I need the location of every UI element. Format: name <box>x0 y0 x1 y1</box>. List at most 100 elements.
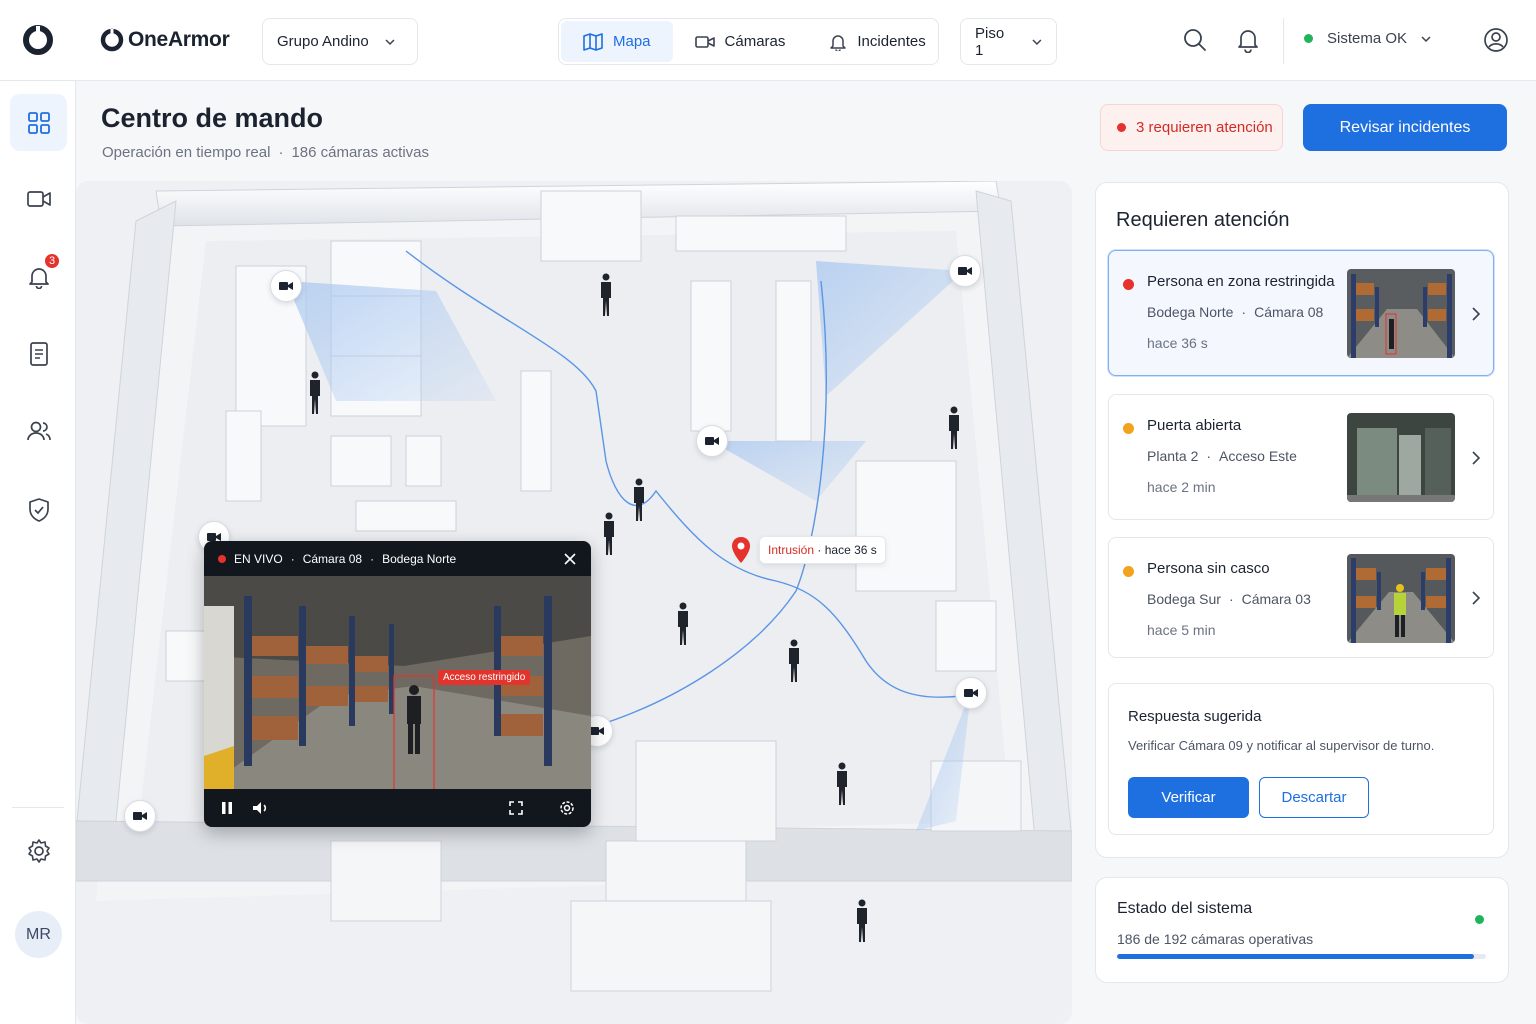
search-icon[interactable] <box>1182 27 1208 53</box>
suggested-response-title: Respuesta sugerida <box>1128 708 1262 725</box>
intrusion-label: Intrusión · hace 36 s <box>759 536 886 564</box>
person-icon <box>634 478 644 521</box>
camera-marker[interactable] <box>696 425 728 457</box>
incident-detail: Cámara 08 <box>1254 304 1324 320</box>
severity-dot-icon <box>1123 566 1134 577</box>
incident-time: hace 5 min <box>1147 622 1216 638</box>
user-account-icon[interactable] <box>1483 27 1509 53</box>
verify-button[interactable]: Verificar <box>1128 777 1249 818</box>
volume-icon[interactable] <box>252 801 270 815</box>
live-header: EN VIVO · Cámara 08 · Bodega Norte <box>204 541 591 576</box>
system-status-menu[interactable]: Sistema OK <box>1304 30 1431 47</box>
incident-location: Bodega Sur · Cámara 03 <box>1147 591 1311 607</box>
incident-detail: Acceso Este <box>1219 448 1297 464</box>
chevron-down-icon <box>385 38 395 45</box>
tab-incidents[interactable]: Incidentes <box>807 21 947 62</box>
brand-mark-icon <box>100 28 124 52</box>
pause-icon[interactable] <box>220 801 234 815</box>
floor-select[interactable]: Piso 1 <box>960 18 1057 65</box>
gear-icon <box>27 838 50 863</box>
tab-map-label: Mapa <box>613 33 651 50</box>
live-camera-window[interactable]: EN VIVO · Cámara 08 · Bodega Norte Acces… <box>204 541 591 827</box>
incident-location: Bodega Norte · Cámara 08 <box>1147 304 1323 320</box>
live-sep-2: · <box>370 551 375 566</box>
sidebar-item-security[interactable] <box>10 481 67 538</box>
sidebar-item-cameras[interactable] <box>10 170 67 227</box>
incident-thumbnail[interactable] <box>1347 413 1455 502</box>
status-dot-icon <box>1304 34 1313 43</box>
person-icon <box>789 639 799 682</box>
incident-card-no-helmet[interactable]: Persona sin casco Bodega Sur · Cámara 03… <box>1108 537 1494 658</box>
live-video-feed[interactable] <box>204 576 591 789</box>
incident-title: Persona sin casco <box>1147 560 1270 577</box>
fullscreen-icon[interactable] <box>509 801 523 815</box>
attention-panel: Requieren atención Persona en zona restr… <box>1095 182 1509 858</box>
alert-dot-icon <box>1117 123 1126 132</box>
incident-place: Bodega Sur <box>1147 591 1221 607</box>
shield-check-icon <box>28 497 49 522</box>
user-avatar[interactable]: MR <box>15 911 62 958</box>
settings-icon[interactable] <box>559 800 575 816</box>
organization-select[interactable]: Grupo Andino <box>262 18 418 65</box>
person-icon <box>678 602 688 645</box>
incident-separator: · <box>1241 304 1247 320</box>
incident-thumbnail[interactable] <box>1347 269 1455 358</box>
subtitle-active-cameras: 186 cámaras activas <box>291 144 430 161</box>
sidebar-item-reports[interactable] <box>10 325 67 382</box>
incident-detail: Cámara 03 <box>1241 591 1311 607</box>
incident-separator: · <box>1228 591 1234 607</box>
incident-title: Persona en zona restringida <box>1147 273 1335 290</box>
camera-marker[interactable] <box>270 270 302 302</box>
video-camera-icon <box>964 689 978 697</box>
person-icon <box>601 273 611 316</box>
sidebar-item-users[interactable] <box>10 402 67 459</box>
camera-marker[interactable] <box>124 800 156 832</box>
review-incidents-button[interactable]: Revisar incidentes <box>1303 104 1507 151</box>
app-logo-icon[interactable] <box>22 24 54 56</box>
sidebar-divider <box>12 807 64 808</box>
system-ok-dot-icon <box>1475 915 1484 924</box>
organization-select-value: Grupo Andino <box>277 33 369 50</box>
video-camera-icon <box>694 35 715 48</box>
tab-cameras[interactable]: Cámaras <box>673 21 808 62</box>
suggested-response-card: Respuesta sugerida Verificar Cámara 09 y… <box>1108 683 1494 835</box>
grid-icon <box>27 111 50 134</box>
live-camera-name: Cámara 08 <box>302 551 363 566</box>
incident-card-door-open[interactable]: Puerta abierta Planta 2 · Acceso Este ha… <box>1108 394 1494 520</box>
attention-alert-chip[interactable]: 3 requieren atención <box>1100 104 1283 151</box>
person-icon <box>837 762 847 805</box>
camera-marker[interactable] <box>949 255 981 287</box>
video-controls <box>204 789 591 827</box>
close-icon[interactable] <box>563 552 577 566</box>
top-divider <box>1283 18 1284 64</box>
bell-icon <box>830 34 847 51</box>
live-sep-1: · <box>290 551 295 566</box>
detection-label: Acceso restringido <box>438 670 531 685</box>
incident-time: hace 2 min <box>1147 479 1216 495</box>
alerts-count-badge: 3 <box>43 252 61 270</box>
chevron-right-icon <box>1472 307 1481 321</box>
incident-place: Bodega Norte <box>1147 304 1234 320</box>
chevron-down-icon <box>1032 39 1042 45</box>
brand-logo[interactable]: OneArmor <box>100 28 230 52</box>
severity-dot-icon <box>1123 279 1134 290</box>
incident-card-restricted-zone[interactable]: Persona en zona restringida Bodega Norte… <box>1108 250 1494 376</box>
attention-panel-title: Requieren atención <box>1116 209 1290 231</box>
tab-map[interactable]: Mapa <box>561 21 673 62</box>
notifications-bell-icon[interactable] <box>1235 27 1261 53</box>
sidebar-item-alerts[interactable]: 3 <box>10 248 67 305</box>
person-icon <box>604 512 614 555</box>
main-nav-tabs: Mapa Cámaras Incidentes <box>558 18 939 65</box>
incident-place: Planta 2 <box>1147 448 1199 464</box>
incident-location: Planta 2 · Acceso Este <box>1147 448 1297 464</box>
discard-button[interactable]: Descartar <box>1259 777 1369 818</box>
incident-thumbnail[interactable] <box>1347 554 1455 643</box>
live-status: EN VIVO <box>234 551 283 566</box>
sidebar-item-settings[interactable] <box>10 822 67 879</box>
sidebar-item-dashboard[interactable] <box>10 94 67 151</box>
camera-marker[interactable] <box>955 677 987 709</box>
intrusion-marker[interactable]: Intrusión · hace 36 s <box>731 536 886 564</box>
page-title: Centro de mando <box>101 103 324 133</box>
users-icon <box>26 421 51 440</box>
severity-dot-icon <box>1123 423 1134 434</box>
